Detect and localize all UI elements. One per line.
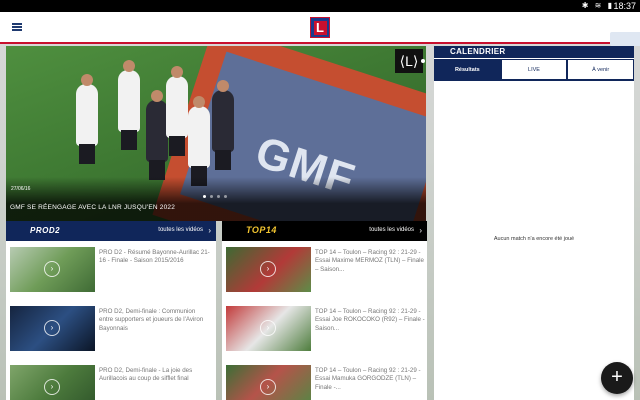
plus-icon: + (611, 366, 623, 388)
hero-carousel[interactable]: GMF 27/06/16 GMF SE RÉENGAGE AVEC LA LNR… (6, 46, 426, 221)
tab-upcoming[interactable]: À venir (567, 59, 635, 80)
video-thumbnail[interactable]: › (10, 306, 95, 351)
video-thumbnail[interactable]: › (226, 306, 311, 351)
play-icon[interactable]: › (260, 379, 276, 395)
video-title[interactable]: TOP 14 – Toulon – Racing 92 : 21-29 - Es… (315, 367, 427, 392)
play-icon[interactable]: › (44, 379, 60, 395)
video-thumbnail[interactable]: › (10, 365, 95, 400)
video-title[interactable]: PRO D2, Demi-finale - La joie des Aurill… (99, 367, 211, 384)
video-item[interactable]: › PRO D2 - Résumé Bayonne-Aurillac 21-16… (6, 247, 216, 300)
carousel-dot[interactable] (217, 195, 220, 198)
app-bar-right-panel (610, 32, 640, 46)
play-icon[interactable]: › (260, 320, 276, 336)
top14-logo: TOP14 (246, 225, 277, 235)
carousel-dot[interactable] (203, 195, 206, 198)
hero-player (188, 96, 210, 186)
menu-icon[interactable] (12, 23, 22, 31)
tab-live[interactable]: LIVE (500, 59, 568, 80)
video-item[interactable]: › TOP 14 – Toulon – Racing 92 : 21-29 - … (222, 365, 427, 400)
hero-lnr-logo-icon[interactable]: ⟨L⟩ (395, 49, 425, 73)
prod2-header[interactable]: PROD2 toutes les vidéos › (6, 221, 216, 241)
video-thumbnail[interactable]: › (10, 247, 95, 292)
video-thumbnail[interactable]: › (226, 247, 311, 292)
status-time: 18:37 (613, 1, 636, 11)
calendar-panel: CALENDRIER Résultats LIVE À venir Aucun … (434, 46, 635, 400)
carousel-dot[interactable] (210, 195, 213, 198)
video-title[interactable]: PRO D2, Demi-finale : Communion entre su… (99, 308, 211, 333)
top14-video-column: TOP14 toutes les vidéos › › TOP 14 – Tou… (222, 221, 427, 400)
calendar-title: CALENDRIER (434, 46, 634, 58)
play-icon[interactable]: › (44, 320, 60, 336)
video-item[interactable]: › PRO D2, Demi-finale - La joie des Auri… (6, 365, 216, 400)
chevron-right-icon[interactable]: › (208, 226, 211, 235)
calendar-empty-message: Aucun match n'a encore été joué (493, 236, 575, 242)
prod2-video-column: PROD2 toutes les vidéos › › PRO D2 - Rés… (6, 221, 216, 400)
lnr-logo[interactable]: L (310, 17, 330, 38)
top14-header[interactable]: TOP14 toutes les vidéos › (222, 221, 427, 241)
calendar-tabs: Résultats LIVE À venir (434, 59, 635, 81)
add-button[interactable]: + (601, 362, 633, 394)
play-icon[interactable]: › (44, 261, 60, 277)
play-icon[interactable]: › (260, 261, 276, 277)
hero-player (166, 66, 188, 156)
status-icons: ✱ ≋ ▮ (581, 1, 614, 10)
all-videos-link[interactable]: toutes les vidéos (158, 227, 203, 233)
video-item[interactable]: › TOP 14 – Toulon – Racing 92 : 21-29 - … (222, 306, 427, 359)
video-item[interactable]: › TOP 14 – Toulon – Racing 92 : 21-29 - … (222, 247, 427, 300)
hero-title[interactable]: GMF SE RÉENGAGE AVEC LA LNR JUSQU'EN 202… (10, 204, 175, 211)
app-bar: L (0, 12, 640, 46)
hero-player (76, 74, 98, 164)
hero-player (118, 60, 140, 150)
video-thumbnail[interactable]: › (226, 365, 311, 400)
tab-results[interactable]: Résultats (434, 59, 501, 80)
all-videos-link[interactable]: toutes les vidéos (369, 227, 414, 233)
carousel-dot[interactable] (224, 195, 227, 198)
prod2-logo: PROD2 (30, 226, 61, 235)
hero-date: 27/06/16 (11, 186, 31, 192)
carousel-dots[interactable] (203, 185, 231, 203)
status-bar: ✱ ≋ ▮ 18:37 (0, 0, 640, 12)
chevron-right-icon[interactable]: › (419, 226, 422, 235)
video-title[interactable]: PRO D2 - Résumé Bayonne-Aurillac 21-16 -… (99, 249, 211, 266)
hero-player (212, 80, 234, 170)
hero-player (146, 90, 168, 180)
video-title[interactable]: TOP 14 – Toulon – Racing 92 : 21-29 - Es… (315, 308, 427, 333)
video-title[interactable]: TOP 14 – Toulon – Racing 92 : 21-29 - Es… (315, 249, 427, 274)
video-item[interactable]: › PRO D2, Demi-finale : Communion entre … (6, 306, 216, 359)
